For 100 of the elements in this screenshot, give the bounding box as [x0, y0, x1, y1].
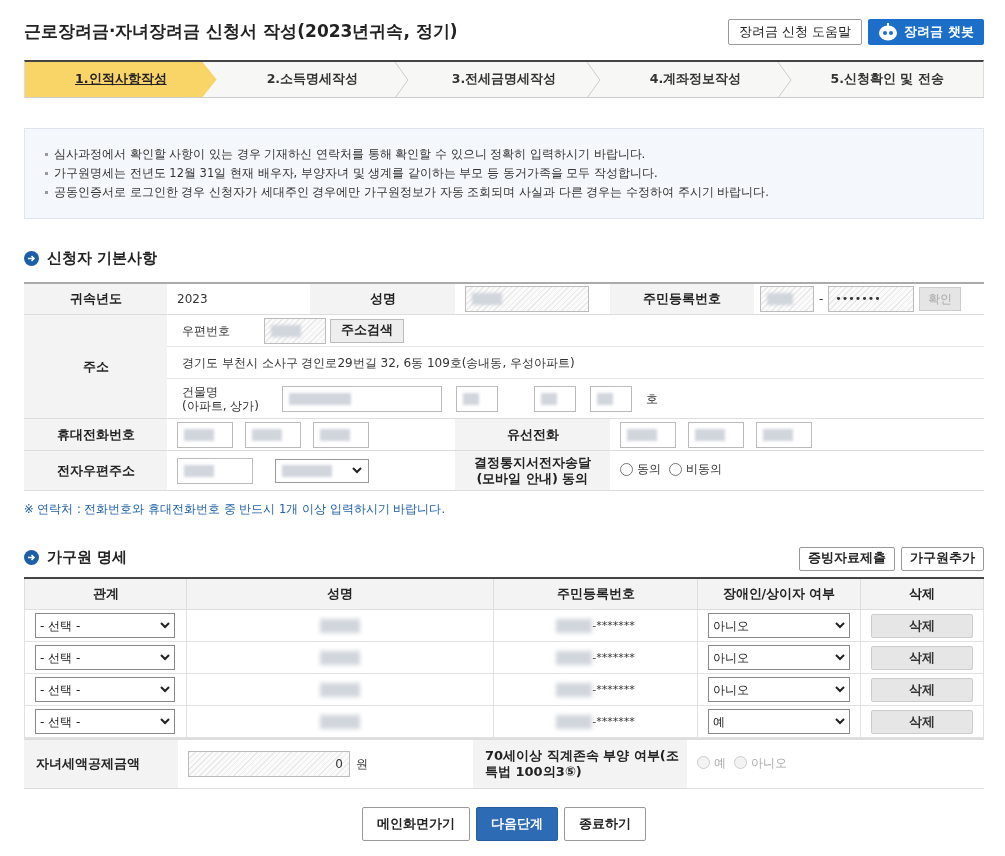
field-label: 주소 [82, 358, 109, 374]
input-field[interactable] [282, 385, 442, 412]
field-label: (아파트, 상가) [182, 398, 260, 413]
chevron-down-icon [835, 622, 845, 630]
field-label: 결정통지서전자송달 [473, 454, 592, 471]
disability-select[interactable]: 아니오 [708, 645, 850, 671]
radio-button[interactable] [620, 462, 633, 476]
relation-select[interactable]: - 선택 - [35, 645, 175, 671]
blurred-text [320, 619, 360, 634]
input-field[interactable] [760, 285, 814, 312]
radio-label: 비동의 [686, 461, 722, 479]
rrn-suffix: -******* [592, 682, 635, 696]
input-field[interactable] [245, 421, 301, 448]
page-title: 근로장려금·자녀장려금 신청서 작성(2023년귀속, 정기) [24, 20, 458, 44]
delete-button[interactable]: 삭제 [871, 646, 973, 671]
address-search-button[interactable]: 주소검색 [330, 318, 404, 343]
chevron-icon [585, 62, 602, 98]
ho-label: 호 [646, 390, 658, 408]
next-step-button[interactable]: 다음단계 [476, 806, 558, 841]
bullet-icon [45, 172, 48, 175]
delete-button[interactable]: 삭제 [871, 710, 973, 735]
input-field[interactable] [264, 317, 326, 344]
nav-button[interactable]: 종료하기 [564, 806, 646, 841]
column-header: 삭제 [909, 585, 935, 601]
section-heading: 신청자 기본사항 [47, 248, 158, 269]
arrow-circle-icon [24, 250, 39, 266]
input-field[interactable] [177, 457, 253, 484]
delete-button[interactable]: 삭제 [871, 678, 973, 703]
disability-select[interactable]: 아니오 [708, 677, 850, 703]
field-label: 주민등록번호 [643, 291, 721, 306]
input-field[interactable] [756, 421, 812, 448]
bullet-icon [45, 153, 48, 156]
input-field[interactable] [465, 285, 589, 312]
rrn-suffix: -******* [592, 650, 635, 664]
field-label: 전자우편주소 [56, 462, 135, 478]
nav-button[interactable]: 메인화면가기 [362, 806, 470, 841]
blurred-text [320, 651, 360, 666]
chevron-icon [394, 62, 411, 98]
chevron-down-icon [835, 718, 845, 726]
step-tab[interactable]: 5.신청확인 및 전송 [791, 62, 983, 97]
robot-icon [878, 23, 899, 41]
rrn-suffix: -******* [592, 618, 635, 632]
relation-select[interactable]: - 선택 - [35, 709, 175, 735]
chevron-down-icon [352, 467, 362, 474]
column-header: 관계 [92, 585, 119, 601]
blurred-text [556, 682, 593, 697]
arrow-circle-icon [24, 550, 39, 565]
disability-select[interactable]: 아니오 [708, 613, 850, 639]
contact-note: ※ 연락처 : 전화번호와 휴대전화번호 중 반드시 1개 이상 입력하시기 바랍니다. [24, 501, 447, 518]
field-label: 귀속년도 [69, 291, 122, 306]
delete-button[interactable]: 삭제 [871, 614, 973, 639]
input-field[interactable] [620, 421, 676, 448]
bullet-icon [45, 191, 48, 194]
column-header: 장애인/상이자 여부 [722, 585, 836, 601]
field-label: 성명 [369, 291, 396, 306]
input-field[interactable]: ••••••• [828, 285, 915, 312]
field-label: 유선전화 [506, 426, 559, 442]
column-header: 주민등록번호 [556, 585, 635, 601]
input-field[interactable] [590, 385, 632, 412]
chevron-down-icon [160, 718, 170, 726]
action-button[interactable]: 증빙자료제출 [799, 546, 895, 571]
step-tab[interactable]: 1.인적사항작성 [25, 62, 217, 97]
chatbot-button[interactable]: 장려금 챗봇 [868, 19, 984, 45]
chevron-down-icon [835, 654, 845, 662]
blurred-text [556, 714, 593, 729]
step-tab[interactable]: 4.계좌정보작성 [599, 62, 792, 97]
field-label: 자녀세액공제금액 [36, 756, 140, 772]
radio-button[interactable] [669, 462, 682, 476]
input-field[interactable] [534, 385, 576, 412]
relation-select[interactable]: - 선택 - [35, 613, 175, 639]
address-text: 경기도 부천시 소사구 경인로29번길 32, 6동 109호(송내동, 우성아파트) [182, 355, 575, 370]
year-value: 2023 [177, 291, 208, 306]
input-field[interactable] [456, 385, 498, 412]
notice-text: 가구원명세는 전년도 12월 31일 현재 배우자, 부양자녀 및 생계를 같이하는 부모 등 동거가족을 모두 작성합니다. [54, 165, 658, 182]
disability-select[interactable]: 예 [708, 709, 850, 735]
chevron-down-icon [160, 622, 170, 630]
chevron-down-icon [160, 654, 170, 662]
relation-select[interactable]: - 선택 - [35, 677, 175, 703]
action-button[interactable]: 가구원추가 [901, 546, 984, 571]
blurred-text [556, 618, 593, 633]
input-field[interactable] [177, 421, 233, 448]
chevron-down-icon [160, 686, 170, 694]
chevron-down-icon [835, 686, 845, 694]
dash: - [819, 290, 824, 308]
blurred-text [556, 650, 593, 665]
email-domain-select[interactable] [275, 458, 369, 483]
notice-text: 공동인증서로 로그인한 경우 신청자가 세대주인 경우에만 가구원정보가 자동 조회되며 사실과 다른 경우는 수정하여 주시기 바랍니다. [54, 184, 769, 201]
input-field[interactable]: 0 [188, 751, 350, 777]
step-tab[interactable]: 3.전세금명세작성 [408, 62, 600, 97]
input-field[interactable] [313, 421, 369, 448]
unit-label: 원 [356, 756, 368, 773]
field-label: 건물명 [182, 384, 219, 399]
section-heading: 가구원 명세 [47, 547, 128, 569]
field-label: 휴대전화번호 [56, 426, 135, 442]
chevron-icon [777, 62, 794, 98]
step-tab[interactable]: 2.소득명세작성 [216, 62, 409, 97]
input-field[interactable] [688, 421, 744, 448]
radio-label: 동의 [637, 461, 661, 479]
help-button[interactable]: 장려금 신청 도움말 [728, 19, 863, 45]
field-label: (모바일 안내) 동의 [475, 470, 590, 487]
